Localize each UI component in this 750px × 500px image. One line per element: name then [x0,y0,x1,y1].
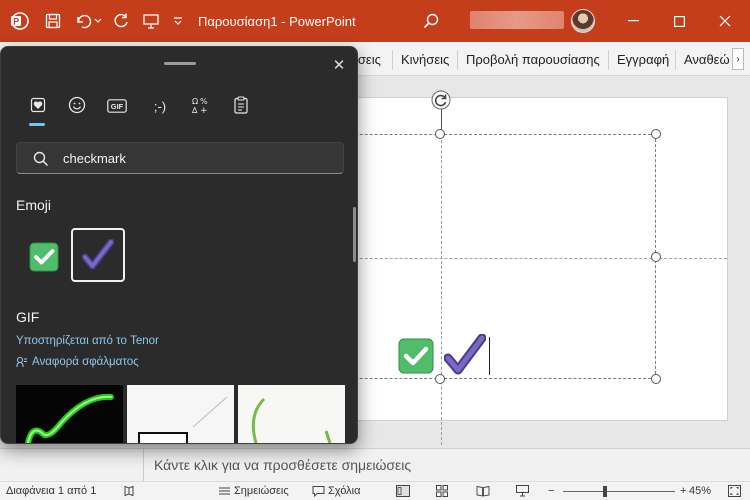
svg-text:+: + [200,106,208,114]
tab-separator [392,50,393,70]
tab-recent[interactable] [26,95,50,117]
panel-drag-handle[interactable] [164,62,196,65]
slide-counter[interactable]: Διαφάνεια 1 από 1 [6,485,96,497]
gif-result[interactable] [127,385,234,443]
report-issue-link[interactable]: Αναφορά σφάλματος [16,356,139,368]
notes-divider [143,448,144,481]
zoom-in-button[interactable]: + [680,485,686,497]
zoom-slider-thumb[interactable] [603,486,607,497]
reading-view-icon[interactable] [476,485,490,497]
resize-handle-right[interactable] [651,252,661,262]
symbols-icon: Ω% ∆ + [191,96,209,117]
tab-review[interactable]: Αναθεώ [684,52,732,67]
zoom-slider[interactable] [563,491,675,492]
smiley-icon [68,96,86,117]
emoji-section-heading: Emoji [16,197,52,213]
gif-tab-label: GIF [110,101,124,111]
resize-handle-top-right[interactable] [651,129,661,139]
rotate-handle[interactable] [431,90,451,110]
feedback-icon [16,356,27,367]
accessibility-icon[interactable] [123,485,135,497]
search-value[interactable]: checkmark [63,151,126,166]
minimize-button[interactable] [610,0,656,42]
svg-text:Ω: Ω [192,97,198,106]
tab-kaomoji[interactable]: ;-) [146,95,174,117]
gif-section-heading: GIF [16,309,40,325]
emoji-panel: ✕ GIF ;-) Ω% ∆ + checkmark Emoji GIF Υπο… [0,46,358,444]
document-title: Παρουσίαση1 - PowerPoint [198,14,356,29]
status-bar: Διαφάνεια 1 από 1 Σημειώσεις Σχόλια − + … [0,481,750,500]
tab-slide-show[interactable]: Προβολή παρουσίασης [466,52,600,67]
resize-handle-top[interactable] [435,129,445,139]
save-icon[interactable] [42,10,64,32]
svg-text:∆: ∆ [191,106,198,114]
comments-label: Σχόλια [328,485,361,497]
tab-separator [675,50,676,70]
tab-separator [608,50,609,70]
zoom-out-button[interactable]: − [548,485,554,497]
check-mark-emoji [82,239,114,270]
comments-button[interactable]: Σχόλια [312,485,361,497]
fit-to-window-icon[interactable] [728,485,741,497]
rotate-stem [441,108,442,130]
svg-text:P: P [13,17,19,27]
redo-icon[interactable] [110,10,132,32]
zoom-level[interactable]: 45% [689,485,711,497]
notes-placeholder[interactable]: Κάντε κλικ για να προσθέσετε σημειώσεις [154,457,411,473]
emoji-result-purple-checkmark[interactable] [71,228,125,282]
tab-symbols[interactable]: Ω% ∆ + [188,95,212,117]
heart-icon [30,97,46,116]
close-icon[interactable]: ✕ [327,53,351,77]
active-tab-indicator [29,123,45,126]
text-cursor [489,337,490,375]
tab-separator [457,50,458,70]
avatar[interactable] [571,9,595,33]
emoji-result-green-checkmark[interactable] [17,230,71,284]
clipboard-icon [233,95,249,117]
present-from-start-icon[interactable] [140,10,162,32]
maximize-button[interactable] [656,0,702,42]
notes-pane[interactable]: Κάντε κλικ για να προσθέσετε σημειώσεις [0,448,750,481]
tab-clipboard[interactable] [229,95,253,117]
search-icon [33,151,49,167]
tenor-attribution[interactable]: Υποστηρίζεται από το Tenor [16,335,159,347]
gif-result[interactable] [16,385,123,443]
account-name[interactable] [470,11,564,29]
svg-text:%: % [200,97,208,106]
slide-checkmark-purple-emoji [443,333,487,376]
search-icon[interactable] [420,10,442,32]
tab-gif[interactable]: GIF [105,95,129,117]
normal-view-icon[interactable] [396,485,410,497]
slide-sorter-icon[interactable] [436,485,448,497]
undo-dropdown-icon[interactable] [92,10,104,32]
slide-checkmark-green-emoji [398,338,434,374]
report-issue-label: Αναφορά σφάλματος [32,356,139,368]
close-button[interactable] [702,0,748,42]
undo-icon[interactable] [72,10,94,32]
tab-animations[interactable]: Κινήσεις [401,52,449,67]
ribbon-scroll-right-button[interactable]: › [732,48,744,70]
check-mark-button-emoji [29,242,59,272]
gif-result[interactable] [238,385,345,443]
tab-transitions[interactable]: ίσεις [355,52,381,67]
title-bar: P Παρουσίαση1 - PowerPoint [0,0,750,42]
notes-button[interactable]: Σημειώσεις [218,485,289,497]
search-input[interactable]: checkmark [16,142,344,174]
customize-toolbar-icon[interactable] [170,10,186,32]
notes-label: Σημειώσεις [234,485,289,497]
tab-record[interactable]: Εγγραφή [617,52,669,67]
slide-show-icon[interactable] [516,485,529,497]
resize-handle-bottom-right[interactable] [651,374,661,384]
panel-scrollbar[interactable] [353,207,356,262]
powerpoint-logo-icon: P [8,10,30,32]
tab-emoji[interactable] [65,95,89,117]
